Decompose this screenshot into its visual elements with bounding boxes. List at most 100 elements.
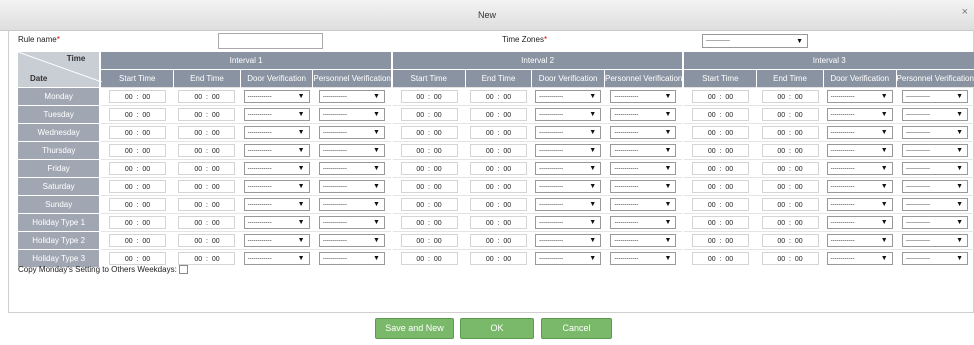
end-time-input[interactable]: 00 : 00 <box>470 252 527 265</box>
personnel-verification-select[interactable]: ------------ ▼ <box>902 162 969 175</box>
door-verification-select[interactable]: ------------ ▼ <box>535 198 602 211</box>
personnel-verification-select[interactable]: ------------ ▼ <box>902 90 969 103</box>
end-time-input[interactable]: 00 : 00 <box>761 90 819 103</box>
door-verification-select[interactable]: ------------ ▼ <box>535 108 602 121</box>
door-verification-select[interactable]: ------------ ▼ <box>243 90 310 103</box>
end-time-input[interactable]: 00 : 00 <box>761 108 819 121</box>
end-time-input[interactable]: 00 : 00 <box>178 126 236 139</box>
start-time-input[interactable]: 00 : 00 <box>692 252 750 265</box>
personnel-verification-select[interactable]: ------------ ▼ <box>902 198 969 211</box>
personnel-verification-select[interactable]: ------------ ▼ <box>318 252 385 265</box>
end-time-input[interactable]: 00 : 00 <box>761 126 819 139</box>
start-time-input[interactable]: 00 : 00 <box>109 90 166 103</box>
door-verification-select[interactable]: ------------ ▼ <box>826 234 893 247</box>
end-time-input[interactable]: 00 : 00 <box>470 162 527 175</box>
personnel-verification-select[interactable]: ------------ ▼ <box>318 162 385 175</box>
start-time-input[interactable]: 00 : 00 <box>400 126 458 139</box>
end-time-input[interactable]: 00 : 00 <box>761 252 819 265</box>
start-time-input[interactable]: 00 : 00 <box>400 198 458 211</box>
start-time-input[interactable]: 00 : 00 <box>692 180 750 193</box>
start-time-input[interactable]: 00 : 00 <box>400 252 458 265</box>
cancel-button[interactable]: Cancel <box>541 318 612 339</box>
personnel-verification-select[interactable]: ------------ ▼ <box>610 252 677 265</box>
start-time-input[interactable]: 00 : 00 <box>692 216 750 229</box>
start-time-input[interactable]: 00 : 00 <box>400 234 458 247</box>
door-verification-select[interactable]: ------------ ▼ <box>535 234 602 247</box>
personnel-verification-select[interactable]: ------------ ▼ <box>610 234 677 247</box>
door-verification-select[interactable]: ------------ ▼ <box>535 162 602 175</box>
start-time-input[interactable]: 00 : 00 <box>109 216 166 229</box>
end-time-input[interactable]: 00 : 00 <box>470 144 527 157</box>
start-time-input[interactable]: 00 : 00 <box>109 108 166 121</box>
door-verification-select[interactable]: ------------ ▼ <box>535 126 602 139</box>
rule-name-input[interactable] <box>218 33 323 49</box>
door-verification-select[interactable]: ------------ ▼ <box>535 216 602 229</box>
door-verification-select[interactable]: ------------ ▼ <box>243 180 310 193</box>
door-verification-select[interactable]: ------------ ▼ <box>826 90 893 103</box>
end-time-input[interactable]: 00 : 00 <box>470 126 527 139</box>
start-time-input[interactable]: 00 : 00 <box>692 144 750 157</box>
door-verification-select[interactable]: ------------ ▼ <box>243 198 310 211</box>
start-time-input[interactable]: 00 : 00 <box>400 108 458 121</box>
personnel-verification-select[interactable]: ------------ ▼ <box>318 90 385 103</box>
start-time-input[interactable]: 00 : 00 <box>692 108 750 121</box>
start-time-input[interactable]: 00 : 00 <box>109 198 166 211</box>
personnel-verification-select[interactable]: ------------ ▼ <box>610 108 677 121</box>
start-time-input[interactable]: 00 : 00 <box>692 198 750 211</box>
door-verification-select[interactable]: ------------ ▼ <box>535 90 602 103</box>
personnel-verification-select[interactable]: ------------ ▼ <box>318 108 385 121</box>
door-verification-select[interactable]: ------------ ▼ <box>535 144 602 157</box>
door-verification-select[interactable]: ------------ ▼ <box>826 180 893 193</box>
start-time-input[interactable]: 00 : 00 <box>692 162 750 175</box>
end-time-input[interactable]: 00 : 00 <box>178 108 236 121</box>
door-verification-select[interactable]: ------------ ▼ <box>535 252 602 265</box>
door-verification-select[interactable]: ------------ ▼ <box>243 252 310 265</box>
personnel-verification-select[interactable]: ------------ ▼ <box>610 126 677 139</box>
end-time-input[interactable]: 00 : 00 <box>178 162 236 175</box>
door-verification-select[interactable]: ------------ ▼ <box>243 234 310 247</box>
end-time-input[interactable]: 00 : 00 <box>470 198 527 211</box>
end-time-input[interactable]: 00 : 00 <box>178 198 236 211</box>
end-time-input[interactable]: 00 : 00 <box>470 234 527 247</box>
start-time-input[interactable]: 00 : 00 <box>400 162 458 175</box>
personnel-verification-select[interactable]: ------------ ▼ <box>902 234 969 247</box>
start-time-input[interactable]: 00 : 00 <box>109 180 166 193</box>
door-verification-select[interactable]: ------------ ▼ <box>826 198 893 211</box>
start-time-input[interactable]: 00 : 00 <box>692 234 750 247</box>
door-verification-select[interactable]: ------------ ▼ <box>243 162 310 175</box>
door-verification-select[interactable]: ------------ ▼ <box>826 108 893 121</box>
end-time-input[interactable]: 00 : 00 <box>761 180 819 193</box>
personnel-verification-select[interactable]: ------------ ▼ <box>318 126 385 139</box>
end-time-input[interactable]: 00 : 00 <box>178 216 236 229</box>
end-time-input[interactable]: 00 : 00 <box>761 216 819 229</box>
start-time-input[interactable]: 00 : 00 <box>692 126 750 139</box>
door-verification-select[interactable]: ------------ ▼ <box>243 216 310 229</box>
end-time-input[interactable]: 00 : 00 <box>178 144 236 157</box>
end-time-input[interactable]: 00 : 00 <box>178 252 236 265</box>
copy-monday-checkbox[interactable] <box>178 265 188 275</box>
close-icon[interactable]: × <box>962 6 968 18</box>
personnel-verification-select[interactable]: ------------ ▼ <box>610 216 677 229</box>
end-time-input[interactable]: 00 : 00 <box>470 216 527 229</box>
door-verification-select[interactable]: ------------ ▼ <box>243 108 310 121</box>
end-time-input[interactable]: 00 : 00 <box>470 180 527 193</box>
door-verification-select[interactable]: ------------ ▼ <box>826 216 893 229</box>
personnel-verification-select[interactable]: ------------ ▼ <box>318 144 385 157</box>
end-time-input[interactable]: 00 : 00 <box>470 108 527 121</box>
end-time-input[interactable]: 00 : 00 <box>470 90 527 103</box>
door-verification-select[interactable]: ------------ ▼ <box>826 144 893 157</box>
personnel-verification-select[interactable]: ------------ ▼ <box>610 144 677 157</box>
door-verification-select[interactable]: ------------ ▼ <box>243 144 310 157</box>
start-time-input[interactable]: 00 : 00 <box>400 180 458 193</box>
personnel-verification-select[interactable]: ------------ ▼ <box>318 234 385 247</box>
personnel-verification-select[interactable]: ------------ ▼ <box>902 180 969 193</box>
start-time-input[interactable]: 00 : 00 <box>109 162 166 175</box>
start-time-input[interactable]: 00 : 00 <box>109 252 166 265</box>
end-time-input[interactable]: 00 : 00 <box>761 162 819 175</box>
end-time-input[interactable]: 00 : 00 <box>761 144 819 157</box>
start-time-input[interactable]: 00 : 00 <box>400 144 458 157</box>
end-time-input[interactable]: 00 : 00 <box>178 180 236 193</box>
personnel-verification-select[interactable]: ------------ ▼ <box>902 252 969 265</box>
personnel-verification-select[interactable]: ------------ ▼ <box>902 126 969 139</box>
save-and-new-button[interactable]: Save and New <box>375 318 454 339</box>
